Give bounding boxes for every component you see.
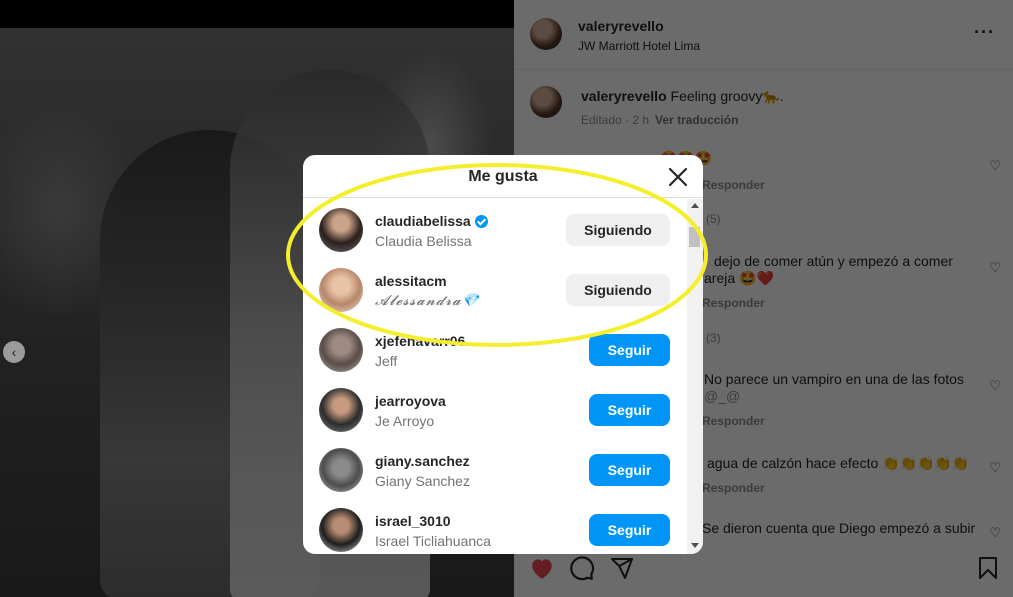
username-text[interactable]: xjefenavarr06 [375,333,465,349]
send-icon[interactable] [608,554,636,582]
scrollbar-thumb[interactable] [689,227,700,247]
username-text[interactable]: israel_3010 [375,513,451,529]
scrollbar[interactable] [687,199,703,554]
comment-text: dejo de comer atún y empezó a comer [714,253,953,269]
heart-filled-icon[interactable] [528,554,556,582]
username-text[interactable]: jearroyova [375,393,446,409]
comment-text-cont: areja 🤩❤️ [704,270,774,286]
carousel-prev-button[interactable]: ‹ [3,341,25,363]
heart-outline-icon[interactable]: ♡ [989,525,1001,541]
comment-text: No parece un vampiro en una de las fotos [704,371,964,387]
avatar[interactable] [319,388,363,432]
likes-dialog: Me gusta claudiabelissa Claudia Belissa … [303,155,703,554]
view-replies-count[interactable]: (3) [706,331,721,345]
list-item: xjefenavarr06 Jeff Seguir [303,320,687,380]
list-item: claudiabelissa Claudia Belissa Siguiendo [303,200,687,260]
fullname-label: Jeff [375,353,398,369]
avatar[interactable] [530,18,562,50]
follow-button[interactable]: Seguir [589,454,670,486]
fullname-label: Claudia Belissa [375,233,472,249]
comment-reply-link[interactable]: Responder [702,481,765,495]
fullname-label: Je Arroyo [375,413,435,429]
comment-text: agua de calzón hace efecto 👏👏👏👏👏 [707,455,970,471]
heart-outline-icon[interactable]: ♡ [989,260,1001,276]
post-header: valeryrevello JW Marriott Hotel Lima ··· [514,0,1013,70]
username-label[interactable]: alessitacm [375,273,447,289]
dialog-header: Me gusta [303,155,703,198]
follow-button[interactable]: Seguir [589,394,670,426]
avatar[interactable] [319,508,363,552]
username-label[interactable]: jearroyova [375,393,446,409]
fullname-label: Israel Ticliahuanca [375,533,491,549]
caption-body: Feeling groovy🐆. [670,88,784,104]
dialog-title: Me gusta [468,168,538,185]
username-label[interactable]: claudiabelissa [375,213,488,229]
comment-text-cont: @_@ [704,388,741,404]
caption-text: valeryrevello Feeling groovy🐆. [581,88,784,105]
scroll-up-arrow-icon[interactable] [691,203,699,208]
fullname-label: Giany Sanchez [375,473,470,489]
username-text[interactable]: alessitacm [375,273,447,289]
close-icon[interactable] [667,166,689,188]
heart-outline-icon[interactable]: ♡ [989,378,1001,394]
comment-icon[interactable] [568,554,596,582]
list-item: israel_3010 Israel Ticliahuanca Seguir [303,500,687,554]
username-label[interactable]: giany.sanchez [375,453,470,469]
list-item: giany.sanchez Giany Sanchez Seguir [303,440,687,500]
caption-meta: Editado · 2 h Ver traducción [581,113,738,127]
translate-link[interactable]: Ver traducción [655,113,738,127]
caption-username[interactable]: valeryrevello [581,88,667,104]
list-item: jearroyova Je Arroyo Seguir [303,380,687,440]
avatar[interactable] [530,86,562,118]
comment-text: Se dieron cuenta que Diego empezó a subi… [702,520,976,536]
username-label[interactable]: xjefenavarr06 [375,333,465,349]
comment-reply-link[interactable]: Responder [702,296,765,310]
username-text[interactable]: giany.sanchez [375,453,470,469]
follow-button[interactable]: Seguir [589,514,670,546]
post-location[interactable]: JW Marriott Hotel Lima [578,39,700,53]
comment-reply-link[interactable]: Responder [702,178,765,192]
ellipsis-icon[interactable]: ··· [974,22,995,43]
comment-reply-link[interactable]: Responder [702,414,765,428]
post-username[interactable]: valeryrevello [578,18,664,34]
list-item: alessitacm 𝓐𝓵𝓮𝓼𝓼𝓪𝓷𝓭𝓻𝓪💎 Siguiendo [303,260,687,320]
view-replies-count[interactable]: (5) [706,212,721,226]
avatar[interactable] [319,448,363,492]
likes-list[interactable]: claudiabelissa Claudia Belissa Siguiendo… [303,199,687,554]
heart-outline-icon[interactable]: ♡ [989,158,1001,174]
bookmark-icon[interactable] [974,554,1002,582]
following-button[interactable]: Siguiendo [566,274,670,306]
username-text[interactable]: claudiabelissa [375,213,471,229]
fullname-label: 𝓐𝓵𝓮𝓼𝓼𝓪𝓷𝓭𝓻𝓪💎 [375,293,481,309]
follow-button[interactable]: Seguir [589,334,670,366]
avatar[interactable] [319,328,363,372]
scroll-down-arrow-icon[interactable] [691,543,699,548]
post-action-bar [514,548,1013,588]
avatar[interactable] [319,208,363,252]
username-label[interactable]: israel_3010 [375,513,451,529]
avatar[interactable] [319,268,363,312]
following-button[interactable]: Siguiendo [566,214,670,246]
verified-badge-icon [474,214,488,228]
heart-outline-icon[interactable]: ♡ [989,460,1001,476]
caption-edited: Editado · 2 h [581,113,650,127]
